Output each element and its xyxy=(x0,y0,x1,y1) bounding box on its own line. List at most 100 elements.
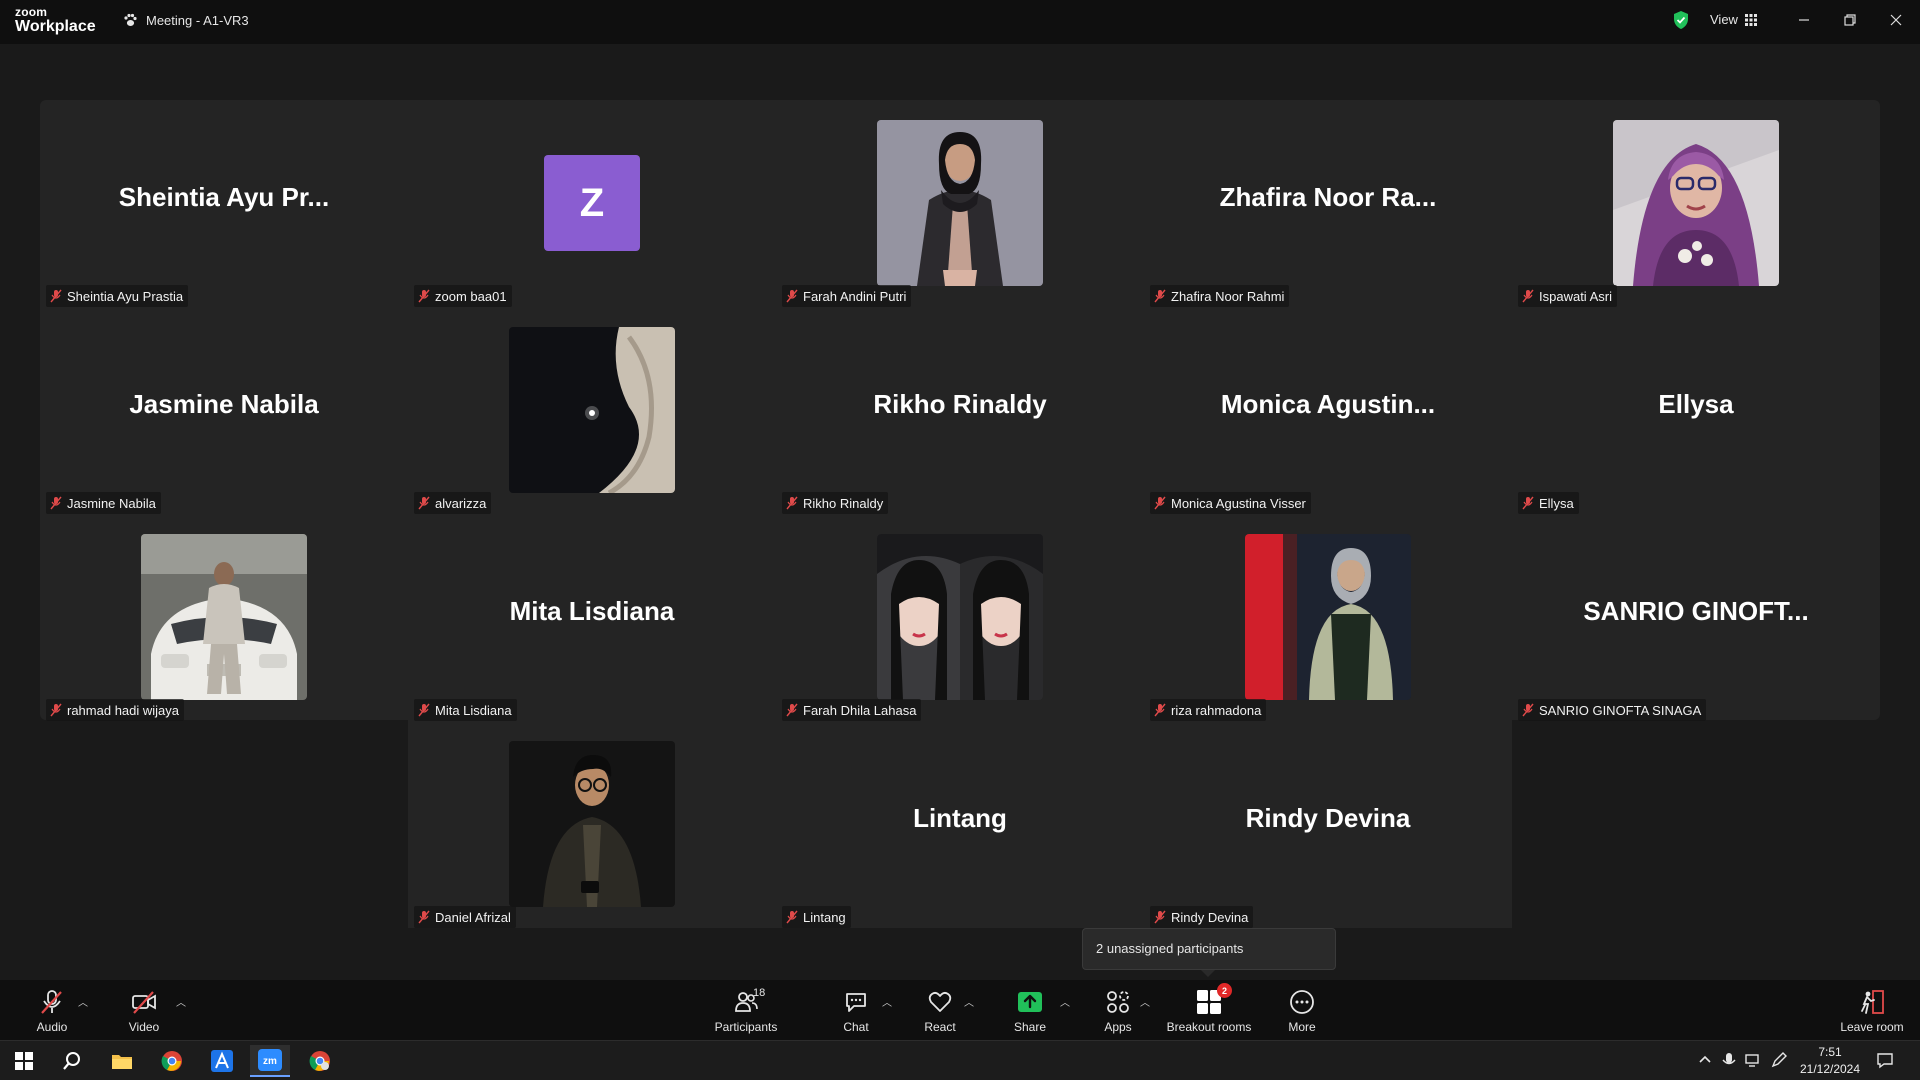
system-clock[interactable]: 7:51 21/12/2024 xyxy=(1790,1044,1870,1078)
participant-tile[interactable]: Monica Agustin... Monica Agustina Visser xyxy=(1144,307,1512,514)
breakout-rooms-button[interactable]: 2 Breakout rooms xyxy=(1164,980,1254,1040)
participant-name: Jasmine Nabila xyxy=(67,495,156,511)
participant-tile[interactable]: Daniel Afrizal xyxy=(408,721,776,928)
video-options-caret[interactable]: ︿ xyxy=(176,994,188,1009)
letter-avatar: Z xyxy=(544,155,640,251)
participant-tile[interactable]: Farah Andini Putri xyxy=(776,100,1144,307)
chat-options-caret[interactable]: ︿ xyxy=(882,994,894,1009)
participants-icon-wrap: 18 xyxy=(733,987,765,1015)
participant-tile[interactable]: Rikho Rinaldy Rikho Rinaldy xyxy=(776,307,1144,514)
mic-muted-icon xyxy=(418,910,430,924)
participants-count: 18 xyxy=(753,987,766,999)
participant-display-name: Rindy Devina xyxy=(1245,803,1411,833)
participants-button[interactable]: 18 Participants xyxy=(708,980,784,1040)
view-button[interactable]: View xyxy=(1710,12,1757,27)
participant-tile[interactable]: Lintang Lintang xyxy=(776,721,1144,928)
participant-name: Ispawati Asri xyxy=(1539,288,1612,304)
participant-tile[interactable]: Zhafira Noor Ra... Zhafira Noor Rahmi xyxy=(1144,100,1512,307)
search-icon xyxy=(63,1052,80,1070)
participant-tile[interactable]: Z zoom baa01 xyxy=(408,100,776,307)
leave-room-button[interactable]: Leave room xyxy=(1836,980,1908,1040)
participant-tile[interactable]: riza rahmadona xyxy=(1144,514,1512,721)
more-label: More xyxy=(1288,1020,1316,1034)
participant-name: Zhafira Noor Rahmi xyxy=(1171,288,1285,304)
participant-name: Sheintia Ayu Prastia xyxy=(67,288,184,304)
title-bar: zoom Workplace Meeting - A1-VR3 View xyxy=(0,0,1920,44)
more-button[interactable]: More xyxy=(1280,980,1324,1040)
chrome-profile-button[interactable] xyxy=(300,1045,340,1077)
store-app-button[interactable] xyxy=(202,1045,242,1077)
react-options-caret[interactable]: ︿ xyxy=(964,994,976,1009)
participant-name: Lintang xyxy=(803,909,846,925)
chrome-icon xyxy=(161,1051,182,1071)
apps-button[interactable]: Apps xyxy=(1096,980,1140,1040)
mic-muted-icon xyxy=(50,496,62,510)
chat-button[interactable]: Chat xyxy=(834,980,878,1040)
search-button[interactable] xyxy=(52,1045,92,1077)
mic-muted-icon xyxy=(786,289,798,303)
participant-tile[interactable]: Jasmine Nabila Jasmine Nabila xyxy=(40,307,408,514)
participants-label: Participants xyxy=(714,1020,778,1034)
mic-muted-icon xyxy=(786,703,798,717)
participant-label: riza rahmadona xyxy=(1150,699,1267,721)
participant-tile[interactable]: SANRIO GINOFT... SANRIO GINOFTA SINAGA xyxy=(1512,514,1880,721)
mic-muted-icon xyxy=(1522,496,1534,510)
mic-muted-icon xyxy=(1154,910,1166,924)
chevron-up-icon[interactable] xyxy=(1696,1051,1714,1069)
participant-tile[interactable]: rahmad hadi wijaya xyxy=(40,514,408,721)
shield-check-icon[interactable] xyxy=(1672,10,1690,30)
participant-label: alvarizza xyxy=(414,492,492,514)
participant-tile[interactable]: Sheintia Ayu Pr... Sheintia Ayu Prastia xyxy=(40,100,408,307)
participant-tile[interactable]: Farah Dhila Lahasa xyxy=(776,514,1144,721)
video-button[interactable]: Video xyxy=(122,980,166,1040)
chat-label: Chat xyxy=(843,1020,869,1034)
profile-photo xyxy=(1245,534,1411,700)
participant-label: SANRIO GINOFTA SINAGA xyxy=(1518,699,1707,721)
profile-photo xyxy=(1613,120,1779,286)
close-button[interactable] xyxy=(1882,8,1910,32)
participant-label: Ellysa xyxy=(1518,492,1579,514)
participant-tile[interactable]: Ispawati Asri xyxy=(1512,100,1880,307)
minimize-button[interactable] xyxy=(1790,8,1818,32)
meeting-title[interactable]: Meeting - A1-VR3 xyxy=(122,12,249,28)
audio-options-caret[interactable]: ︿ xyxy=(78,994,90,1009)
breakout-icon-wrap: 2 xyxy=(1196,983,1232,1015)
participant-display-name: Ellysa xyxy=(1658,389,1734,419)
mic-muted-icon xyxy=(41,990,62,1014)
participant-tile[interactable]: alvarizza xyxy=(408,307,776,514)
participant-display-name: Sheintia Ayu Pr... xyxy=(118,182,330,212)
audio-button[interactable]: Audio xyxy=(30,980,74,1040)
chrome-button[interactable] xyxy=(152,1045,192,1077)
participant-label: Rikho Rinaldy xyxy=(782,492,889,514)
breakout-badge: 2 xyxy=(1217,983,1232,998)
restore-button[interactable] xyxy=(1836,8,1864,32)
microphone-icon[interactable] xyxy=(1720,1051,1738,1069)
profile-photo xyxy=(509,741,675,907)
participant-name: Monica Agustina Visser xyxy=(1171,495,1306,511)
chrome-icon xyxy=(309,1051,330,1071)
share-options-caret[interactable]: ︿ xyxy=(1060,994,1072,1009)
share-button[interactable]: Share xyxy=(1008,980,1052,1040)
apps-options-caret[interactable]: ︿ xyxy=(1140,994,1152,1009)
file-explorer-button[interactable] xyxy=(102,1045,142,1077)
mic-muted-icon xyxy=(50,703,62,717)
share-screen-icon xyxy=(1018,992,1042,1012)
participant-label: zoom baa01 xyxy=(414,285,512,307)
profile-photo xyxy=(877,120,1043,286)
participant-label: Jasmine Nabila xyxy=(46,492,161,514)
mic-muted-icon xyxy=(418,496,430,510)
notifications-icon[interactable] xyxy=(1876,1051,1894,1069)
participant-tile[interactable]: Ellysa Ellysa xyxy=(1512,307,1880,514)
react-button[interactable]: React xyxy=(918,980,962,1040)
profile-photo xyxy=(509,327,675,493)
start-button[interactable] xyxy=(4,1045,44,1077)
network-icon[interactable] xyxy=(1744,1051,1762,1069)
participant-label: Mita Lisdiana xyxy=(414,699,517,721)
zoom-taskbar-button[interactable]: zm xyxy=(250,1045,290,1077)
view-label: View xyxy=(1710,12,1738,27)
participant-tile[interactable]: Mita Lisdiana Mita Lisdiana xyxy=(408,514,776,721)
windows-icon xyxy=(15,1052,33,1070)
pen-icon[interactable] xyxy=(1770,1051,1788,1069)
participant-tile[interactable]: Rindy Devina Rindy Devina xyxy=(1144,721,1512,928)
zoom-app-icon: zm xyxy=(258,1049,282,1071)
